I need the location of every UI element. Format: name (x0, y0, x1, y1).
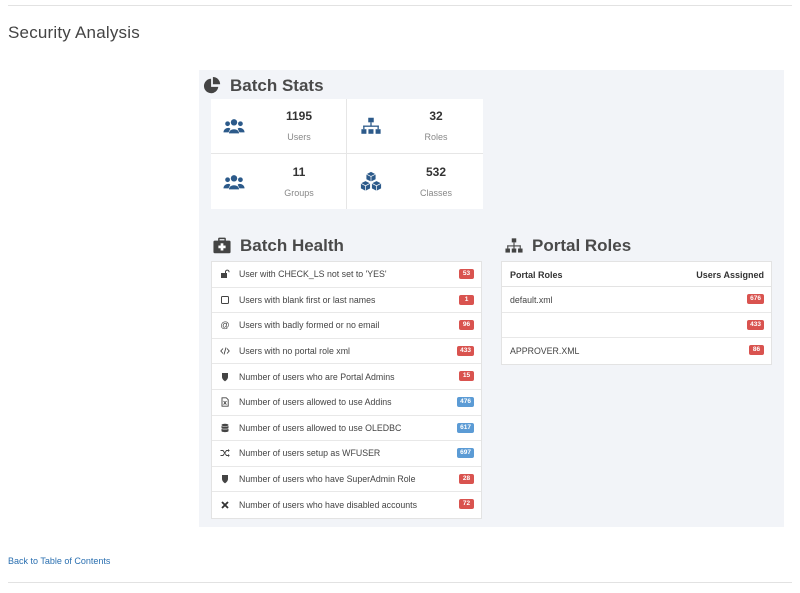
batch-health-heading: Batch Health (213, 236, 344, 256)
pie-chart-icon (203, 77, 221, 94)
table-row[interactable]: APPROVER.XML 86 (502, 338, 771, 364)
list-item-text: Number of users who have SuperAdmin Role (239, 474, 416, 485)
code-icon (220, 347, 230, 355)
stats-divider (211, 153, 483, 154)
stat-users: 1195 Users (211, 99, 346, 153)
list-item[interactable]: Number of users who have SuperAdmin Role… (212, 467, 481, 493)
portal-roles-title: Portal Roles (532, 236, 632, 255)
count-badge: 15 (459, 371, 474, 382)
stat-label: Groups (284, 188, 314, 198)
count-badge: 28 (459, 473, 474, 484)
users-icon (223, 175, 245, 190)
batch-stats-grid: 1195 Users 32 Roles 11 Groups 532 Classe… (211, 99, 483, 209)
list-item-text: Number of users setup as WFUSER (239, 448, 381, 459)
list-item[interactable]: Users with no portal role xml 433 (212, 339, 481, 365)
stat-label: Users (287, 132, 311, 142)
sitemap-icon (505, 238, 523, 253)
count-badge: 697 (457, 448, 474, 459)
list-item[interactable]: User with CHECK_LS not set to 'YES' 53 (212, 262, 481, 288)
list-item[interactable]: Number of users allowed to use OLEDBC 61… (212, 416, 481, 442)
list-item[interactable]: Number of users who are Portal Admins 15 (212, 364, 481, 390)
random-icon (220, 449, 230, 458)
portal-roles-table: Portal Roles Users Assigned default.xml … (501, 261, 772, 365)
square-icon (221, 295, 229, 304)
list-item[interactable]: Number of users setup as WFUSER 697 (212, 441, 481, 467)
count-badge: 86 (749, 345, 764, 355)
count-badge: 676 (747, 294, 764, 304)
stat-label: Roles (424, 132, 448, 142)
list-item-text: Number of users allowed to use Addins (239, 397, 392, 408)
at-icon: @ (220, 320, 230, 331)
count-badge: 53 (459, 269, 474, 279)
shield-icon (222, 372, 228, 381)
table-header: Portal Roles Users Assigned (502, 262, 771, 287)
list-item-text: Number of users allowed to use OLEDBC (239, 422, 402, 433)
file-excel-icon (221, 397, 229, 407)
sitemap-icon (361, 117, 381, 134)
role-name: APPROVER.XML (510, 346, 580, 356)
stat-value: 32 (429, 109, 443, 123)
list-item-text: User with CHECK_LS not set to 'YES' (239, 269, 387, 280)
database-icon (221, 423, 229, 432)
medkit-icon (213, 237, 231, 254)
list-item[interactable]: Number of users who have disabled accoun… (212, 492, 481, 518)
page-title: Security Analysis (8, 23, 140, 42)
list-item[interactable]: @ Users with badly formed or no email 96 (212, 313, 481, 339)
stat-label: Classes (419, 188, 452, 198)
table-row[interactable]: default.xml 676 (502, 287, 771, 313)
column-header-users-assigned: Users Assigned (696, 270, 764, 280)
batch-stats-heading: Batch Stats (203, 76, 324, 96)
list-item-text: Number of users who are Portal Admins (239, 371, 395, 382)
stat-roles: 32 Roles (348, 99, 483, 153)
batch-stats-title: Batch Stats (230, 76, 324, 95)
security-panel: Batch Stats 1195 Users 32 Roles 11 Group… (199, 70, 784, 527)
list-item-text: Number of users who have disabled accoun… (239, 500, 417, 511)
count-badge: 433 (747, 319, 764, 330)
stats-divider (346, 99, 347, 209)
top-divider (8, 5, 792, 6)
shield-icon (222, 475, 228, 484)
stat-value: 532 (425, 165, 447, 179)
count-badge: 72 (459, 499, 474, 510)
batch-health-title: Batch Health (240, 236, 344, 255)
column-header-portal-roles: Portal Roles (510, 270, 563, 280)
stat-groups: 11 Groups (211, 155, 346, 209)
stat-value: 11 (292, 165, 306, 179)
unlock-icon (221, 269, 230, 279)
batch-health-list: User with CHECK_LS not set to 'YES' 53 U… (211, 261, 482, 519)
portal-roles-heading: Portal Roles (505, 236, 631, 256)
stat-value: 1195 (285, 109, 313, 123)
list-item-text: Users with badly formed or no email (239, 320, 380, 331)
count-badge: 617 (457, 422, 474, 433)
cubes-icon (360, 171, 382, 191)
users-icon (223, 119, 245, 134)
back-to-toc-link[interactable]: Back to Table of Contents (8, 556, 110, 566)
count-badge: 96 (459, 320, 474, 331)
list-item-text: Users with no portal role xml (239, 346, 350, 357)
bottom-divider (8, 582, 792, 583)
table-row[interactable]: 433 (502, 313, 771, 338)
role-name: default.xml (510, 295, 553, 305)
count-badge: 476 (457, 396, 474, 407)
stat-classes: 532 Classes (348, 155, 483, 209)
list-item[interactable]: Users with blank first or last names 1 (212, 288, 481, 314)
list-item-text: Users with blank first or last names (239, 294, 376, 305)
count-badge: 433 (457, 345, 474, 356)
count-badge: 1 (459, 294, 474, 305)
times-icon (221, 501, 229, 509)
list-item[interactable]: Number of users allowed to use Addins 47… (212, 390, 481, 416)
